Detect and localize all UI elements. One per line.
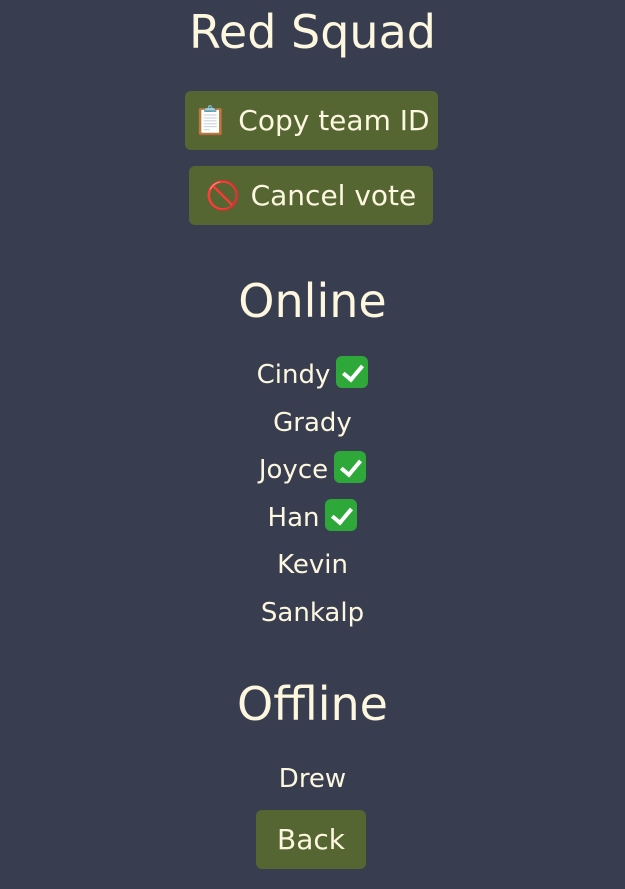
member-item: Han [0, 495, 625, 543]
back-button[interactable]: Back [256, 810, 366, 869]
cancel-vote-label: Cancel vote [250, 179, 417, 212]
member-item: Cindy [0, 352, 625, 400]
member-name: Drew [278, 764, 347, 794]
check-mark-icon [334, 451, 367, 483]
member-name: Kevin [277, 550, 348, 580]
member-name: Han [267, 502, 320, 533]
member-name: Joyce [258, 455, 329, 485]
online-member-list: Cindy Grady Joyce Han Kevin Sankalp [0, 352, 625, 637]
copy-team-id-button[interactable]: 📋 Copy team ID [185, 91, 438, 150]
offline-member-list: Drew [0, 756, 625, 804]
prohibited-icon: 🚫 [205, 179, 241, 212]
member-item: Drew [0, 756, 625, 804]
member-name: Sankalp [260, 597, 365, 628]
online-heading: Online [238, 274, 387, 328]
cancel-vote-button[interactable]: 🚫 Cancel vote [189, 166, 433, 225]
member-item: Joyce [0, 447, 625, 495]
member-item: Sankalp [0, 590, 625, 638]
check-mark-icon [325, 498, 358, 531]
clipboard-icon: 📋 [193, 104, 229, 137]
check-mark-icon [336, 356, 369, 388]
member-name: Cindy [256, 360, 331, 390]
offline-heading: Offline [237, 677, 388, 731]
member-item: Kevin [0, 542, 625, 590]
team-title: Red Squad [189, 5, 436, 59]
member-name: Grady [273, 407, 352, 438]
copy-team-id-label: Copy team ID [238, 104, 430, 137]
member-item: Grady [0, 400, 625, 448]
